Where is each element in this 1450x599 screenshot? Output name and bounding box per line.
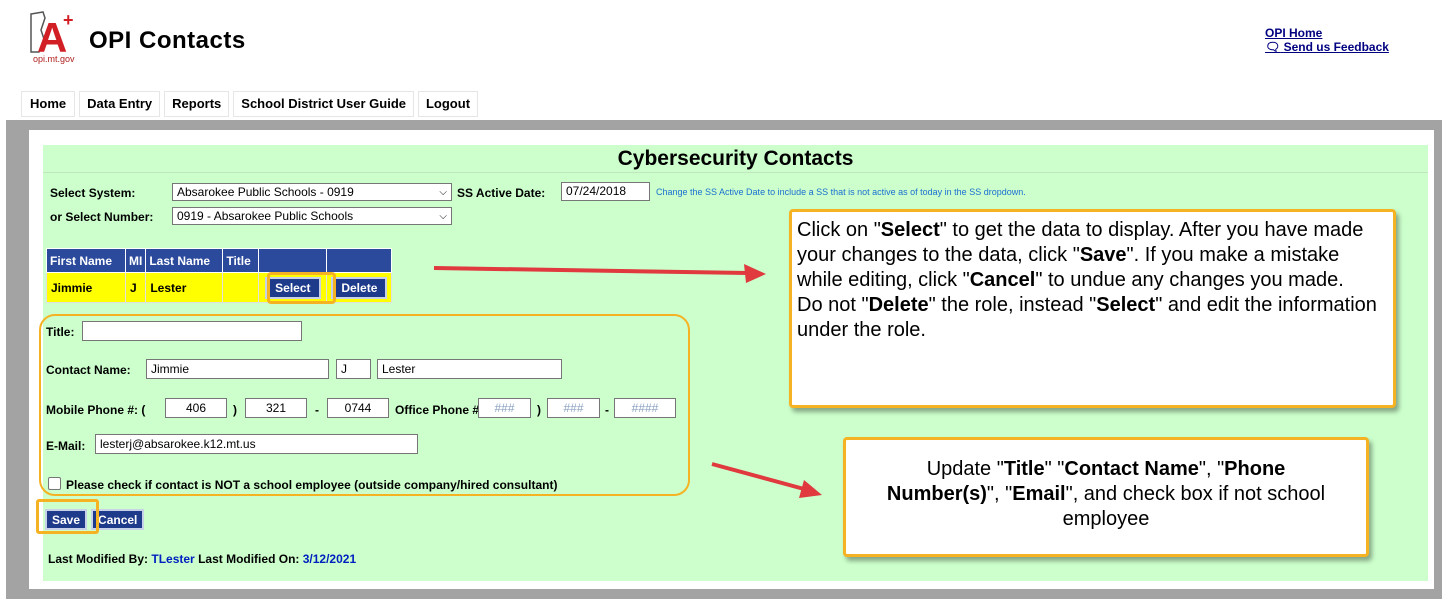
first-name-input[interactable]: Jimmie [146, 359, 329, 379]
callout-bold: Contact Name [1064, 458, 1199, 480]
select-instructions-callout: Click on "Select" to get the data to dis… [789, 209, 1396, 408]
last-modified: Last Modified By: TLester Last Modified … [48, 552, 356, 566]
nav-user-guide[interactable]: School District User Guide [233, 91, 414, 117]
logo-url-text: opi.mt.gov [33, 54, 75, 64]
cell-select: Select [258, 272, 328, 303]
cell-delete: Delete [326, 272, 393, 303]
callout-text: ", " [1198, 458, 1225, 480]
callout-text: " the role, instead " [928, 294, 1097, 316]
contact-name-label: Contact Name: [46, 363, 131, 377]
opi-home-link[interactable]: OPI Home [1265, 26, 1389, 40]
callout-bold: Select [1096, 294, 1156, 316]
feedback-link[interactable]: 🗨 Send us Feedback [1265, 40, 1389, 54]
arrow-to-select-callout [433, 264, 766, 283]
select-button[interactable]: Select [265, 276, 321, 299]
callout-bold: Select [880, 219, 940, 241]
cell-mi: J [124, 272, 147, 303]
select-number-value: 0919 - Absarokee Public Schools [177, 209, 354, 223]
not-employee-label: Please check if contact is NOT a school … [66, 478, 558, 492]
office-prefix-input[interactable]: ### [547, 398, 600, 418]
callout-text: ", and check box if not school employee [1062, 483, 1326, 530]
svg-text:+: + [63, 10, 74, 30]
nav-logout[interactable]: Logout [417, 91, 479, 117]
last-name-input[interactable]: Lester [377, 359, 562, 379]
cancel-button[interactable]: Cancel [91, 509, 145, 530]
callout-text: " " [1044, 458, 1065, 480]
modified-by-value: TLester [151, 552, 195, 566]
email-label: E-Mail: [46, 439, 86, 453]
select-number-dropdown[interactable]: 0919 - Absarokee Public Schools ⌵ [172, 207, 452, 225]
select-number-label: or Select Number: [50, 210, 154, 224]
mobile-prefix-input[interactable]: 321 [245, 398, 307, 418]
modified-on-label: Last Modified On: [198, 552, 300, 566]
cell-last-name: Lester [145, 272, 224, 303]
callout-text: ", " [986, 483, 1013, 505]
title-divider [43, 172, 1428, 173]
callout-bold: Email [1012, 483, 1066, 505]
callout-bold: Title [1003, 458, 1045, 480]
chevron-down-icon: ⌵ [439, 210, 447, 222]
mobile-paren-close: ) [233, 403, 237, 417]
col-select [258, 248, 328, 273]
app-title: OPI Contacts [89, 27, 246, 54]
feedback-link-label: Send us Feedback [1283, 40, 1389, 54]
callout-text: Click on " [797, 219, 881, 241]
ss-active-note: Change the SS Active Date to include a S… [656, 187, 1026, 197]
email-input[interactable]: lesterj@absarokee.k12.mt.us [95, 434, 418, 454]
save-button[interactable]: Save [45, 509, 88, 530]
callout-text: " to undue any changes you made. [1035, 269, 1344, 291]
callout-text: Do not " [797, 294, 869, 316]
not-employee-checkbox[interactable] [48, 477, 61, 490]
callout-text: Update " [926, 458, 1004, 480]
office-line-input[interactable]: #### [614, 398, 676, 418]
cell-first-name: Jimmie [46, 272, 126, 303]
main-nav: Home Data Entry Reports School District … [21, 91, 479, 117]
modified-on-value: 3/12/2021 [302, 552, 357, 566]
form-actions: Save Cancel [45, 509, 145, 530]
title-label: Title: [46, 325, 75, 339]
office-area-input[interactable]: ### [478, 398, 531, 418]
title-input[interactable] [82, 321, 302, 341]
update-instructions-callout: Update "Title" "Contact Name", "Phone Nu… [843, 437, 1369, 557]
callout-bold: Delete [868, 294, 929, 316]
contacts-table: First Name MI Last Name Title Jimmie J L… [46, 248, 393, 303]
nav-home[interactable]: Home [21, 91, 76, 117]
delete-button[interactable]: Delete [331, 276, 388, 299]
top-links: OPI Home 🗨 Send us Feedback [1265, 26, 1389, 54]
mobile-line-input[interactable]: 0744 [327, 398, 389, 418]
select-system-value: Absarokee Public Schools - 0919 [177, 185, 354, 199]
table-header-row: First Name MI Last Name Title [46, 248, 393, 273]
col-last-name: Last Name [145, 248, 224, 273]
office-paren-close: ) [537, 403, 541, 417]
office-phone-label: Office Phone #: ( [395, 403, 491, 417]
select-system-label: Select System: [50, 186, 136, 200]
col-mi: MI [124, 248, 147, 273]
table-row: Jimmie J Lester Select Delete [46, 272, 393, 303]
mobile-dash: - [315, 403, 319, 417]
office-dash: - [605, 403, 609, 417]
mobile-phone-label: Mobile Phone #: ( [46, 403, 146, 417]
col-title: Title [222, 248, 260, 273]
chevron-down-icon: ⌵ [439, 186, 447, 198]
cell-title [222, 272, 260, 303]
col-first-name: First Name [46, 248, 126, 273]
mobile-area-input[interactable]: 406 [165, 398, 227, 418]
nav-reports[interactable]: Reports [164, 91, 230, 117]
nav-data-entry[interactable]: Data Entry [79, 91, 161, 117]
select-system-dropdown[interactable]: Absarokee Public Schools - 0919 ⌵ [172, 183, 452, 201]
col-delete [326, 248, 393, 273]
ss-active-date-label: SS Active Date: [457, 186, 546, 200]
page-title: Cybersecurity Contacts [617, 147, 854, 170]
callout-bold: Save [1079, 244, 1127, 266]
speech-bubble-icon: 🗨 [1265, 40, 1281, 54]
arrow-to-update-callout [711, 462, 822, 498]
callout-bold: Cancel [969, 269, 1036, 291]
modified-by-label: Last Modified By: [48, 552, 149, 566]
ss-active-date-input[interactable]: 07/24/2018 [561, 182, 650, 201]
mi-input[interactable]: J [336, 359, 371, 379]
